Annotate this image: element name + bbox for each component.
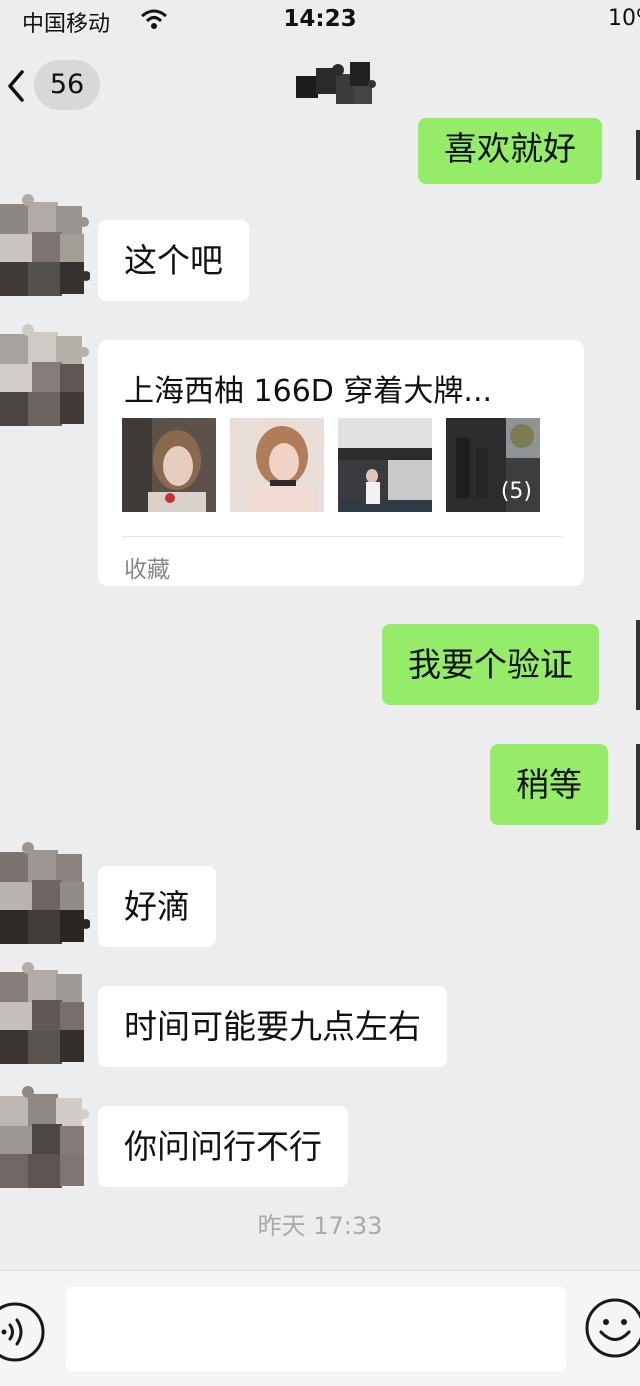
photo-outdoor-thumb bbox=[338, 418, 432, 512]
card-title: 上海西柚 166D 穿着大牌... bbox=[124, 374, 493, 409]
message-bubble-outgoing[interactable]: 稍等 bbox=[490, 744, 608, 825]
message-bubble-incoming[interactable]: 这个吧 bbox=[98, 220, 249, 301]
photo-portrait-thumb bbox=[230, 418, 324, 512]
photo-portrait-thumb bbox=[122, 418, 216, 512]
message-bubble-incoming[interactable]: 你问问行不行 bbox=[98, 1106, 348, 1187]
message-text: 这个吧 bbox=[124, 241, 223, 280]
own-avatar-edge bbox=[636, 130, 640, 180]
message-text: 喜欢就好 bbox=[444, 129, 576, 168]
image-count: (5) bbox=[500, 479, 532, 504]
contact-avatar[interactable] bbox=[0, 322, 90, 434]
message-bubble-incoming[interactable]: 好滴 bbox=[98, 866, 216, 947]
battery-level: 10% bbox=[608, 6, 640, 31]
message-input[interactable] bbox=[66, 1287, 566, 1371]
status-bar: 中国移动 14:23 10% bbox=[0, 0, 640, 40]
card-thumbnail[interactable]: (5) bbox=[446, 418, 540, 512]
message-timestamp: 昨天 17:33 bbox=[257, 1212, 383, 1240]
message-list[interactable]: 喜欢就好 这个吧 上海西柚 166D 穿着大牌... (5) 收藏 我要个验证 … bbox=[0, 40, 640, 1270]
message-bubble-incoming[interactable]: 时间可能要九点左右 bbox=[98, 986, 447, 1067]
own-avatar-edge bbox=[636, 744, 640, 830]
card-thumbnail[interactable] bbox=[122, 418, 216, 512]
message-bubble-outgoing[interactable]: 我要个验证 bbox=[382, 624, 599, 705]
message-bubble-outgoing[interactable]: 喜欢就好 bbox=[418, 118, 602, 184]
card-divider bbox=[122, 536, 562, 537]
input-bar bbox=[0, 1270, 640, 1386]
message-text: 好滴 bbox=[124, 887, 190, 926]
card-thumbnail[interactable] bbox=[338, 418, 432, 512]
shared-favorite-card[interactable]: 上海西柚 166D 穿着大牌... (5) 收藏 bbox=[98, 340, 584, 586]
voice-icon[interactable] bbox=[0, 1301, 46, 1363]
clock-time: 14:23 bbox=[283, 6, 357, 32]
contact-avatar[interactable] bbox=[0, 192, 90, 304]
message-text: 稍等 bbox=[516, 765, 582, 804]
message-text: 我要个验证 bbox=[408, 645, 573, 684]
message-text: 你问问行不行 bbox=[124, 1127, 322, 1166]
contact-avatar[interactable] bbox=[0, 1084, 90, 1196]
emoji-icon[interactable] bbox=[584, 1297, 640, 1359]
message-text: 时间可能要九点左右 bbox=[124, 1007, 421, 1046]
own-avatar-edge bbox=[636, 620, 640, 710]
card-source-label: 收藏 bbox=[124, 557, 170, 583]
contact-avatar[interactable] bbox=[0, 840, 90, 952]
contact-avatar[interactable] bbox=[0, 960, 90, 1072]
card-thumbnail[interactable] bbox=[230, 418, 324, 512]
